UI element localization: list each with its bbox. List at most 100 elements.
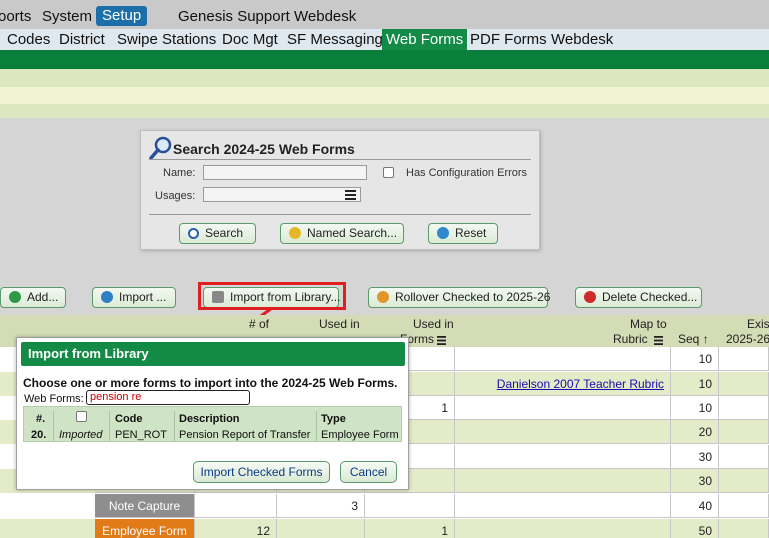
reset-button[interactable]: Reset [428, 223, 498, 244]
table-cell-rubric[interactable] [455, 445, 671, 469]
table-cell-rubric[interactable]: Danielson 2007 Teacher Rubric [455, 372, 671, 396]
sub-nav-webdesk[interactable]: Webdesk [551, 31, 613, 48]
table-cell-exist [719, 469, 769, 493]
add-button-label: Add... [27, 290, 59, 304]
web-forms-label: Web Forms: [24, 393, 84, 405]
import-checked-forms-button[interactable]: Import Checked Forms [193, 461, 330, 483]
top-nav-genesis-support[interactable]: Genesis Support [178, 8, 290, 25]
usages-label: Usages: [155, 190, 196, 202]
list-icon[interactable] [345, 189, 356, 200]
table-cell-rubric[interactable] [455, 519, 671, 538]
table-cell-seq: 10 [671, 347, 719, 371]
table-cell-col-c: 1 [365, 519, 455, 538]
refresh-icon [437, 227, 449, 239]
add-button[interactable]: Add... [0, 287, 66, 308]
web-forms-filter-input[interactable]: pension re [86, 390, 250, 405]
rollover-label: Rollover Checked to 2025-26 [395, 290, 551, 304]
table-cell-col-b: 3 [277, 494, 365, 518]
dialog-prompt: Choose one or more forms to import into … [23, 376, 398, 390]
config-errors-checkbox[interactable] [383, 167, 394, 178]
rollover-button[interactable]: Rollover Checked to 2025-26 [368, 287, 551, 308]
library-forms-table: #. Code Description Type 20. Imported PE… [23, 406, 402, 442]
col-header-rubric: Rubric [613, 332, 648, 346]
sub-nav-web-forms[interactable]: Web Forms [382, 29, 468, 50]
table-cell-type: Note Capture [95, 494, 195, 518]
upload-icon [101, 291, 113, 303]
col-header-seq[interactable]: Seq ↑ [678, 332, 709, 346]
table-cell-col-b [277, 519, 365, 538]
divider [109, 411, 110, 441]
table-row[interactable]: Employee Form 12 1 50 [0, 519, 769, 538]
col-header-used-in-forms: Used in [413, 317, 454, 331]
sub-nav-sf-messaging[interactable]: SF Messaging [287, 31, 383, 48]
named-search-button[interactable]: Named Search... [280, 223, 404, 244]
table-cell-exist [719, 347, 769, 371]
search-icon [188, 228, 199, 239]
import-button[interactable]: Import ... [92, 287, 176, 308]
row-code: PEN_ROT [115, 429, 167, 441]
top-nav-webdesk[interactable]: Webdesk [294, 8, 356, 25]
delete-checked-button[interactable]: Delete Checked... [575, 287, 702, 308]
col-description: Description [179, 413, 240, 425]
list-icon[interactable] [654, 334, 663, 348]
divider [149, 214, 531, 215]
table-cell-rubric[interactable] [455, 347, 671, 371]
row-num: 20. [31, 429, 47, 441]
table-cell-seq: 30 [671, 445, 719, 469]
name-input[interactable] [203, 165, 367, 180]
usages-input[interactable] [203, 187, 361, 202]
table-cell-rubric[interactable] [455, 469, 671, 493]
star-search-icon [289, 227, 301, 239]
search-button[interactable]: Search [179, 223, 256, 244]
name-label: Name: [163, 167, 196, 179]
sub-nav-district[interactable]: District [59, 31, 105, 48]
decor-band [0, 87, 769, 104]
top-nav-system[interactable]: System [42, 8, 92, 25]
import-button-label: Import ... [119, 290, 167, 304]
top-nav-ports[interactable]: oorts [0, 8, 31, 25]
col-header-map-to: Map to [630, 317, 667, 331]
import-from-library-dialog: Import from Library Choose one or more f… [16, 337, 409, 490]
top-nav-setup[interactable]: Setup [96, 6, 148, 26]
sub-nav-codes[interactable]: Codes [7, 31, 50, 48]
table-cell-exist [719, 519, 769, 538]
col-code: Code [115, 413, 143, 425]
table-cell-col-c [365, 494, 455, 518]
search-panel: Search 2024-25 Web Forms Name: Has Confi… [140, 130, 540, 250]
table-cell-rubric[interactable] [455, 494, 671, 518]
action-toolbar: Add... Import ... Import from Library...… [0, 285, 769, 315]
sub-nav: Codes District Swipe Stations Doc Mgt SF… [0, 29, 769, 50]
rubric-link[interactable]: Danielson 2007 Teacher Rubric [497, 377, 664, 391]
table-cell-seq: 10 [671, 372, 719, 396]
named-search-label: Named Search... [307, 226, 398, 240]
table-cell-rubric[interactable] [455, 396, 671, 420]
table-cell-exist [719, 372, 769, 396]
col-header-count: # of [249, 317, 270, 331]
divider [149, 159, 531, 160]
plus-icon [9, 291, 21, 303]
rollover-icon [377, 291, 389, 303]
table-cell-exist [719, 445, 769, 469]
sort-up-icon: ↑ [702, 332, 709, 346]
table-row[interactable]: Note Capture 3 40 [0, 494, 769, 518]
table-cell-seq: 50 [671, 519, 719, 538]
col-type: Type [321, 413, 346, 425]
sub-nav-pdf-forms[interactable]: PDF Forms [470, 31, 547, 48]
list-icon[interactable] [437, 334, 446, 348]
col-num: #. [36, 413, 46, 425]
table-cell-seq: 40 [671, 494, 719, 518]
sub-nav-doc-mgt[interactable]: Doc Mgt [222, 31, 278, 48]
decor-band [0, 104, 769, 118]
divider [316, 411, 317, 441]
select-all-checkbox[interactable] [76, 411, 87, 422]
decor-band [0, 69, 769, 87]
delete-icon [584, 291, 596, 303]
cancel-button[interactable]: Cancel [340, 461, 397, 483]
table-cell-rubric[interactable] [455, 420, 671, 444]
reset-button-label: Reset [455, 226, 487, 240]
sub-nav-swipe-stations[interactable]: Swipe Stations [117, 31, 216, 48]
top-nav: oorts System Setup Genesis Support Webde… [0, 0, 769, 29]
table-cell-seq: 20 [671, 420, 719, 444]
table-cell-seq: 10 [671, 396, 719, 420]
table-cell-type: Employee Form [95, 519, 195, 538]
